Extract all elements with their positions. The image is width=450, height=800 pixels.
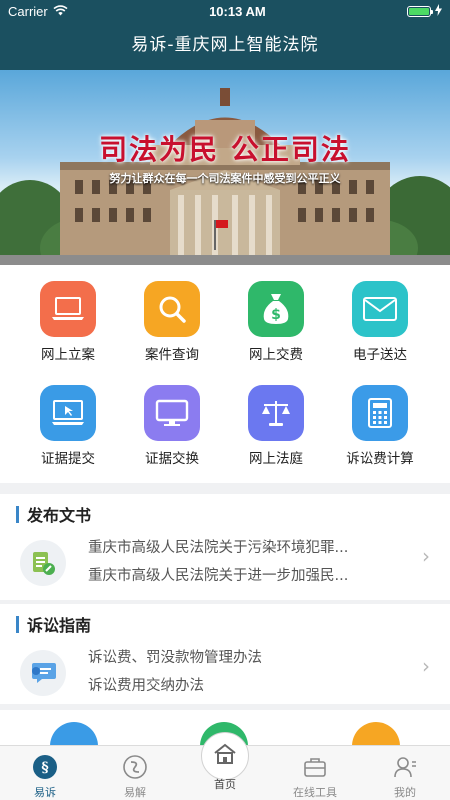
service-label: 网上交费 [249,347,303,363]
banner[interactable]: 司法为民 公正司法 努力让群众在每一个司法案件中感受到公平正义 [0,70,450,265]
evidence-upload-icon [40,385,96,441]
service-label: 诉讼费计算 [346,451,414,467]
wifi-icon [53,4,68,19]
section-accent-bar [16,615,19,633]
section-accent-bar [16,505,19,523]
service-label: 网上法庭 [249,451,303,467]
yijie-logo-icon [90,754,180,780]
document-edit-icon [20,540,66,586]
status-bar: Carrier 10:13 AM [0,0,450,22]
service-label: 电子送达 [353,347,407,363]
guide-list[interactable]: 诉讼费、罚没款物管理办法 诉讼费用交纳办法 › [0,644,450,710]
guide-section: 诉讼指南 诉讼费、罚没款物管理办法 诉讼费用交纳办法 › [0,604,450,704]
tab-home[interactable] [201,732,249,780]
tab-label: 首页 [214,778,236,791]
svg-text:§: § [41,760,48,776]
docs-section-title: 发布文书 [27,506,92,525]
svg-text:$: $ [271,307,281,323]
app-header: Carrier 10:13 AM 易诉-重庆网上智能法院 [0,0,450,70]
tab-label: 我的 [394,786,416,799]
list-item[interactable]: 重庆市高级人民法院关于污染环境犯罪... [88,534,398,562]
monitor-icon [144,385,200,441]
charging-icon [435,3,442,19]
carrier-label: Carrier [8,3,48,19]
service-online-court[interactable]: 网上法庭 [220,369,332,473]
docs-list[interactable]: 重庆市高级人民法院关于污染环境犯罪... 重庆市高级人民法院关于进一步加强民..… [0,534,450,600]
chat-bubble-icon [20,650,66,696]
tab-yisu[interactable]: § 易诉 [0,754,90,800]
banner-title: 司法为民 公正司法 [99,133,351,166]
tab-label: 易诉 [34,786,56,799]
bottom-tab-bar: § 易诉 易解 首页 在线工具 我的 [0,732,450,800]
banner-subtitle: 努力让群众在每一个司法案件中感受到公平正义 [109,172,341,185]
envelope-icon [352,281,408,337]
service-online-payment[interactable]: $ 网上交费 [220,265,332,369]
guide-section-title: 诉讼指南 [27,616,92,635]
service-case-query[interactable]: 案件查询 [116,265,228,369]
money-bag-icon: $ [248,281,304,337]
briefcase-icon [270,754,360,780]
service-fee-calculator[interactable]: 诉讼费计算 [324,369,436,473]
service-label: 网上立案 [41,347,95,363]
list-item[interactable]: 诉讼费、罚没款物管理办法 [88,644,398,672]
guide-section-header: 诉讼指南 [0,604,450,644]
tab-label: 在线工具 [293,786,337,799]
service-e-delivery[interactable]: 电子送达 [324,265,436,369]
service-evidence-submit[interactable]: 证据提交 [12,369,124,473]
home-icon [213,743,237,769]
search-icon [144,281,200,337]
yisu-logo-icon: § [0,754,90,780]
docs-section-header: 发布文书 [0,494,450,534]
battery-icon [407,5,433,17]
list-item[interactable]: 诉讼费用交纳办法 [88,672,398,700]
tab-mine[interactable]: 我的 [360,754,450,800]
service-grid: 网上立案 案件查询 $ 网上交费 电子送达 证据提交 证据交换 网上法庭 诉讼费… [0,265,450,483]
list-item[interactable]: 重庆市高级人民法院关于进一步加强民... [88,562,398,590]
clock: 10:13 AM [209,3,266,19]
service-label: 证据提交 [41,451,95,467]
service-label: 证据交换 [145,451,199,467]
service-label: 案件查询 [145,347,199,363]
laptop-icon [40,281,96,337]
docs-section: 发布文书 重庆市高级人民法院关于污染环境犯罪... 重庆市高级人民法院关于进一步… [0,494,450,600]
tab-yijie[interactable]: 易解 [90,754,180,800]
calculator-icon [352,385,408,441]
scales-icon [248,385,304,441]
tab-online-tools[interactable]: 在线工具 [270,754,360,800]
service-evidence-exchange[interactable]: 证据交换 [116,369,228,473]
chevron-right-icon[interactable]: › [422,544,430,568]
tab-label: 易解 [124,786,146,799]
service-online-filing[interactable]: 网上立案 [12,265,124,369]
user-icon [360,754,450,780]
chevron-right-icon[interactable]: › [422,654,430,678]
page-title: 易诉-重庆网上智能法院 [131,35,319,55]
